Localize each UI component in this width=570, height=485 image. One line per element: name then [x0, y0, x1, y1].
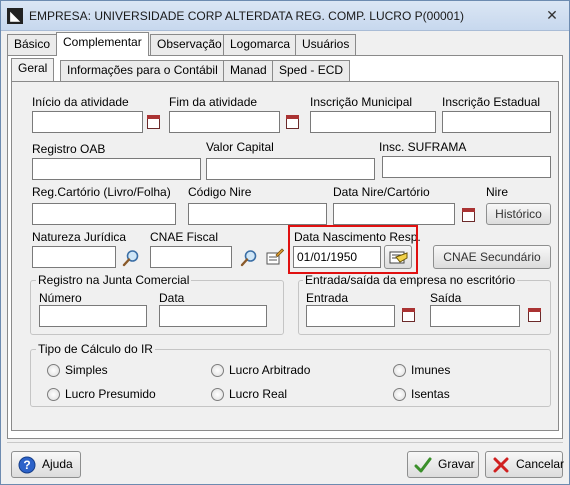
cancelar-button[interactable]: Cancelar [485, 451, 565, 478]
data-nire-label: Data Nire/Cartório [333, 185, 430, 199]
saida-label: Saída [430, 291, 462, 305]
window-title: EMPRESA: UNIVERSIDADE CORP ALTERDATA REG… [29, 9, 465, 23]
nire-label: Nire [486, 185, 509, 199]
help-icon: ? [18, 456, 36, 474]
subtab-sped-ecd[interactable]: Sped - ECD [272, 60, 351, 81]
edit-list-icon[interactable] [266, 248, 284, 266]
cnae-secundario-button[interactable]: CNAE Secundário [433, 245, 551, 269]
cancelar-label: Cancelar [516, 457, 565, 471]
inicio-atividade-input[interactable] [32, 111, 143, 133]
valor-capital-input[interactable] [206, 158, 375, 180]
calendar-icon[interactable] [147, 115, 160, 129]
cnae-fiscal-input[interactable] [150, 246, 232, 268]
imunes-label: Imunes [411, 363, 451, 377]
inscricao-municipal-label: Inscrição Municipal [310, 95, 413, 109]
reg-cartorio-input[interactable] [32, 203, 176, 225]
app-logo-icon: ◣ [7, 8, 23, 24]
tab-basico[interactable]: Básico [7, 34, 58, 55]
subtab-geral[interactable]: Geral [11, 58, 55, 82]
calendar-icon[interactable] [286, 115, 299, 129]
inicio-atividade-label: Início da atividade [32, 95, 129, 109]
insc-suframa-label: Insc. SUFRAMA [379, 140, 467, 154]
tab-complementar[interactable]: Complementar [56, 32, 149, 56]
radio-simples[interactable] [47, 364, 60, 377]
subtab-informacoes-contabil[interactable]: Informações para o Contábil [60, 60, 225, 81]
close-window-button[interactable]: ✕ [539, 7, 565, 25]
lucro-real-label: Lucro Real [229, 387, 288, 401]
reg-cartorio-label: Reg.Cartório (Livro/Folha) [32, 185, 171, 199]
company-window: ◣ EMPRESA: UNIVERSIDADE CORP ALTERDATA R… [0, 0, 570, 485]
registro-oab-label: Registro OAB [32, 142, 106, 156]
entrada-label: Entrada [306, 291, 349, 305]
subtab-manad[interactable]: Manad [223, 60, 274, 81]
tab-usuarios[interactable]: Usuários [295, 34, 357, 55]
tab-observacao[interactable]: Observação [150, 34, 229, 55]
numero-label: Número [39, 291, 82, 305]
cancel-x-icon [493, 457, 509, 473]
search-icon[interactable] [122, 249, 140, 267]
lucro-presumido-label: Lucro Presumido [65, 387, 156, 401]
registro-oab-input[interactable] [32, 158, 201, 180]
inscricao-municipal-input[interactable] [310, 111, 436, 133]
tab-logomarca[interactable]: Logomarca [223, 34, 298, 55]
tipo-calculo-title: Tipo de Cálculo do IR [36, 342, 155, 356]
ajuda-label: Ajuda [42, 457, 73, 471]
gravar-button[interactable]: Gravar [407, 451, 479, 478]
svg-text:?: ? [23, 458, 30, 472]
search-icon[interactable] [240, 249, 258, 267]
inscricao-estadual-input[interactable] [442, 111, 551, 133]
insc-suframa-input[interactable] [382, 156, 551, 178]
registro-junta-title: Registro na Junta Comercial [36, 273, 192, 287]
saida-input[interactable] [430, 305, 520, 327]
data-label: Data [159, 291, 185, 305]
natureza-juridica-label: Natureza Jurídica [32, 230, 127, 244]
codigo-nire-label: Código Nire [188, 185, 252, 199]
bottom-divider [7, 442, 563, 443]
inscricao-estadual-label: Inscrição Estadual [442, 95, 541, 109]
highlight-box [288, 225, 418, 274]
fim-atividade-input[interactable] [169, 111, 280, 133]
numero-input[interactable] [39, 305, 147, 327]
simples-label: Simples [65, 363, 108, 377]
radio-lucro-real[interactable] [211, 388, 224, 401]
natureza-juridica-input[interactable] [32, 246, 116, 268]
radio-imunes[interactable] [393, 364, 406, 377]
checkmark-icon [414, 457, 432, 473]
radio-isentas[interactable] [393, 388, 406, 401]
entrada-input[interactable] [306, 305, 395, 327]
calendar-icon[interactable] [462, 208, 475, 222]
lucro-arbitrado-label: Lucro Arbitrado [229, 363, 311, 377]
data-input[interactable] [159, 305, 267, 327]
fim-atividade-label: Fim da atividade [169, 95, 258, 109]
data-nire-input[interactable] [333, 203, 455, 225]
calendar-icon[interactable] [402, 308, 415, 322]
historico-button[interactable]: Histórico [486, 203, 551, 225]
entrada-saida-title: Entrada/saída da empresa no escritório [303, 273, 518, 287]
valor-capital-label: Valor Capital [206, 140, 274, 154]
isentas-label: Isentas [411, 387, 450, 401]
radio-lucro-arbitrado[interactable] [211, 364, 224, 377]
title-bar: ◣ EMPRESA: UNIVERSIDADE CORP ALTERDATA R… [1, 1, 569, 31]
calendar-icon[interactable] [528, 308, 541, 322]
gravar-label: Gravar [438, 457, 475, 471]
cnae-fiscal-label: CNAE Fiscal [150, 230, 219, 244]
codigo-nire-input[interactable] [188, 203, 327, 225]
radio-lucro-presumido[interactable] [47, 388, 60, 401]
ajuda-button[interactable]: ? Ajuda [11, 451, 81, 478]
